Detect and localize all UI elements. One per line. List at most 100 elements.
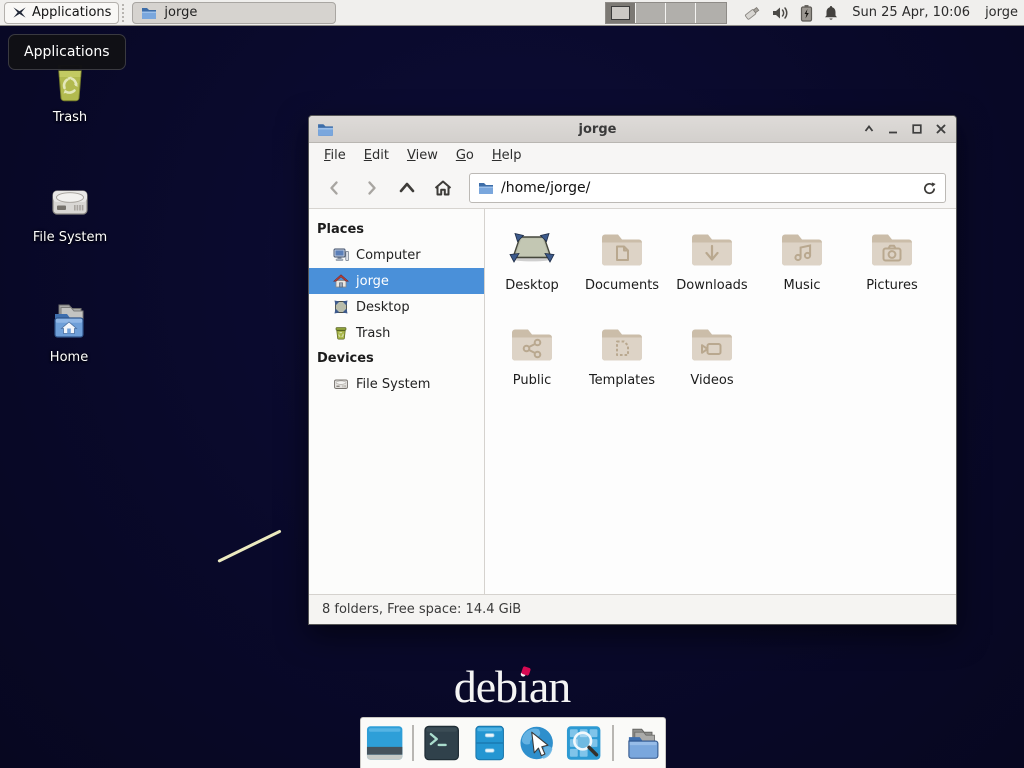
sidebar-item-label: jorge xyxy=(356,274,389,289)
battery-icon[interactable] xyxy=(800,4,813,22)
file-grid: Desktop Documents xyxy=(485,209,956,594)
desktop-icon-label: File System xyxy=(18,230,122,245)
path-text[interactable]: /home/jorge/ xyxy=(501,180,915,196)
file-item-downloads[interactable]: Downloads xyxy=(667,225,757,320)
music-folder-icon xyxy=(778,225,826,273)
file-item-videos[interactable]: Videos xyxy=(667,320,757,415)
terminal-icon[interactable] xyxy=(422,723,461,763)
sidebar-item-label: Desktop xyxy=(356,300,410,315)
sidebar: Places Computer jorge xyxy=(309,209,485,594)
file-manager-window: jorge File Edit View Go Help xyxy=(308,115,957,625)
workspace-4[interactable] xyxy=(696,3,726,23)
menu-file[interactable]: File xyxy=(315,145,355,166)
dock xyxy=(360,717,666,768)
application-finder-icon[interactable] xyxy=(564,723,603,763)
panel-clock[interactable]: Sun 25 Apr, 10:06 xyxy=(852,5,970,20)
panel-handle[interactable] xyxy=(122,4,129,22)
file-item-label: Templates xyxy=(589,373,655,388)
workspace-3[interactable] xyxy=(666,3,696,23)
taskbar-window-label: jorge xyxy=(164,5,197,20)
system-tray xyxy=(742,4,839,22)
menu-edit[interactable]: Edit xyxy=(355,145,398,166)
notifications-bell-icon[interactable] xyxy=(823,4,839,21)
debian-logo-text: debian xyxy=(454,661,571,712)
toolbar: /home/jorge/ xyxy=(309,168,956,209)
reload-icon[interactable] xyxy=(922,181,937,196)
volume-icon[interactable] xyxy=(772,5,790,21)
statusbar-text: 8 folders, Free space: 14.4 GiB xyxy=(322,602,521,617)
hard-drive-icon xyxy=(45,178,95,226)
file-item-templates[interactable]: Templates xyxy=(577,320,667,415)
sidebar-item-computer[interactable]: Computer xyxy=(309,242,484,268)
sidebar-header-places: Places xyxy=(309,217,484,242)
web-browser-icon[interactable] xyxy=(517,723,556,763)
documents-folder-icon xyxy=(598,225,646,273)
file-item-desktop[interactable]: Desktop xyxy=(487,225,577,320)
forward-button[interactable] xyxy=(355,173,387,203)
show-desktop-icon[interactable] xyxy=(365,723,404,763)
window-folder-icon xyxy=(317,122,334,137)
menu-view[interactable]: View xyxy=(398,145,447,166)
back-button[interactable] xyxy=(319,173,351,203)
menubar: File Edit View Go Help xyxy=(309,143,956,168)
removable-media-icon[interactable] xyxy=(742,4,762,22)
close-button[interactable] xyxy=(933,122,948,137)
minimize-button[interactable] xyxy=(885,122,900,137)
file-manager-icon[interactable] xyxy=(470,723,509,763)
workspace-window-preview xyxy=(611,6,630,20)
pictures-folder-icon xyxy=(868,225,916,273)
folder-dock-icon[interactable] xyxy=(622,723,661,763)
sidebar-header-devices: Devices xyxy=(309,346,484,371)
user-home-icon xyxy=(333,273,349,289)
desktop-icon-file-system[interactable]: File System xyxy=(18,178,122,245)
shade-button[interactable] xyxy=(861,122,876,137)
workspace-switcher[interactable] xyxy=(605,2,727,24)
desktop-icon xyxy=(333,299,349,315)
file-item-public[interactable]: Public xyxy=(487,320,577,415)
home-button[interactable] xyxy=(427,173,459,203)
menu-go[interactable]: Go xyxy=(447,145,483,166)
applications-tooltip: Applications xyxy=(8,34,126,70)
titlebar[interactable]: jorge xyxy=(309,116,956,143)
workspace-2[interactable] xyxy=(636,3,666,23)
panel-username[interactable]: jorge xyxy=(985,5,1018,20)
file-item-documents[interactable]: Documents xyxy=(577,225,667,320)
file-item-label: Documents xyxy=(585,278,659,293)
file-item-label: Downloads xyxy=(676,278,747,293)
menu-help[interactable]: Help xyxy=(483,145,531,166)
sidebar-item-file-system[interactable]: File System xyxy=(309,371,484,397)
dock-separator xyxy=(412,725,414,761)
up-button[interactable] xyxy=(391,173,423,203)
taskbar-window-button[interactable]: jorge xyxy=(132,2,336,24)
sidebar-item-label: File System xyxy=(356,377,430,392)
file-item-label: Music xyxy=(784,278,821,293)
file-item-label: Public xyxy=(513,373,551,388)
sidebar-item-label: Trash xyxy=(356,326,390,341)
templates-folder-icon xyxy=(598,320,646,368)
top-panel: Applications jorge xyxy=(0,0,1024,26)
downloads-folder-icon xyxy=(688,225,736,273)
applications-menu-button[interactable]: Applications xyxy=(4,2,119,24)
videos-folder-icon xyxy=(688,320,736,368)
sidebar-item-trash[interactable]: Trash xyxy=(309,320,484,346)
file-item-music[interactable]: Music xyxy=(757,225,847,320)
desktop-icon-label: Trash xyxy=(18,110,122,125)
location-bar[interactable]: /home/jorge/ xyxy=(469,173,946,203)
workspace-1[interactable] xyxy=(606,3,636,23)
distributor-logo-icon xyxy=(12,5,27,20)
computer-icon xyxy=(333,247,349,263)
sidebar-item-desktop[interactable]: Desktop xyxy=(309,294,484,320)
file-item-label: Desktop xyxy=(505,278,559,293)
statusbar: 8 folders, Free space: 14.4 GiB xyxy=(309,594,956,624)
sidebar-item-jorge[interactable]: jorge xyxy=(309,268,484,294)
public-folder-icon xyxy=(508,320,556,368)
desktop-icon-home[interactable]: Home xyxy=(17,298,121,365)
debian-wordmark: debian xyxy=(0,660,1024,713)
file-item-pictures[interactable]: Pictures xyxy=(847,225,937,320)
maximize-button[interactable] xyxy=(909,122,924,137)
folder-icon xyxy=(141,6,157,20)
sidebar-item-label: Computer xyxy=(356,248,421,263)
desktop-special-icon xyxy=(508,225,556,273)
file-item-label: Pictures xyxy=(866,278,917,293)
path-folder-icon xyxy=(478,181,494,195)
